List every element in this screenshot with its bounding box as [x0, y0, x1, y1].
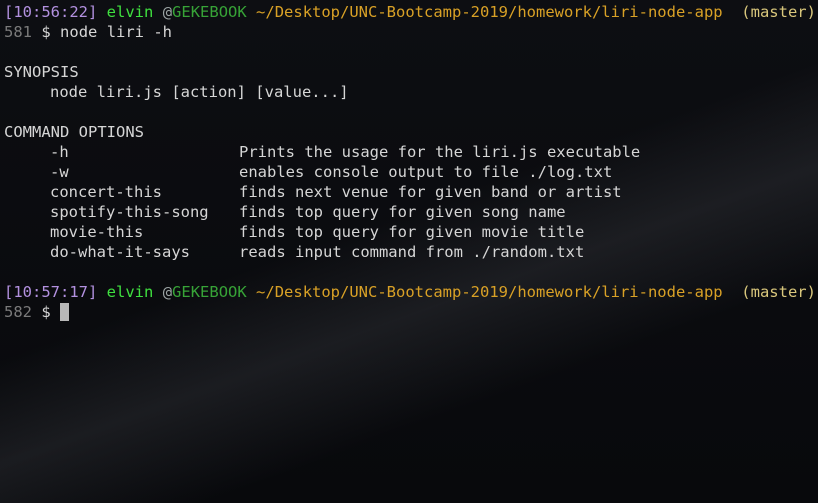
- command-line[interactable]: 582 $: [4, 302, 818, 322]
- hostname: GEKEBOOK: [172, 3, 247, 21]
- command-text: node liri -h: [60, 23, 173, 41]
- prompt-line: [10:56:22] elvin @GEKEBOOK ~/Desktop/UNC…: [4, 2, 818, 22]
- username: elvin: [106, 283, 154, 301]
- option-desc: Prints the usage for the liri.js executa…: [239, 143, 641, 161]
- timestamp: [10:56:22]: [4, 3, 98, 21]
- option-row: movie-this finds top query for given movi…: [4, 222, 818, 242]
- synopsis-usage: node liri.js [action] [value...]: [50, 83, 349, 101]
- option-row: concert-this finds next venue for given b…: [4, 182, 818, 202]
- option-flag: movie-this: [50, 223, 144, 241]
- option-row: do-what-it-says reads input command from …: [4, 242, 818, 262]
- option-desc: finds top query for given song name: [239, 203, 566, 221]
- timestamp: [10:57:17]: [4, 283, 98, 301]
- option-desc: finds next venue for given band or artis…: [239, 183, 622, 201]
- option-flag: concert-this: [50, 183, 162, 201]
- option-row: -h Prints the usage for the liri.js execu…: [4, 142, 818, 162]
- prompt-symbol: $: [41, 23, 51, 41]
- hostname: GEKEBOOK: [172, 283, 247, 301]
- option-desc: finds top query for given movie title: [239, 223, 585, 241]
- history-number: 581: [4, 23, 32, 41]
- cwd-path: ~/Desktop/UNC-Bootcamp-2019/homework/lir…: [256, 283, 723, 301]
- option-row: spotify-this-song finds top query for giv…: [4, 202, 818, 222]
- option-flag: -h: [50, 143, 69, 161]
- git-branch: (master): [741, 3, 816, 21]
- prompt-symbol: $: [41, 303, 51, 321]
- synopsis-heading: SYNOPSIS: [4, 63, 79, 81]
- git-branch: (master): [741, 283, 816, 301]
- at-sign: @: [162, 283, 173, 301]
- username: elvin: [106, 3, 154, 21]
- options-heading: COMMAND OPTIONS: [4, 123, 144, 141]
- history-number: 582: [4, 303, 32, 321]
- option-flag: spotify-this-song: [50, 203, 209, 221]
- option-flag: do-what-it-says: [50, 243, 190, 261]
- at-sign: @: [162, 3, 173, 21]
- option-flag: -w: [50, 163, 69, 181]
- terminal[interactable]: [10:56:22] elvin @GEKEBOOK ~/Desktop/UNC…: [0, 0, 818, 322]
- cursor[interactable]: [60, 303, 70, 321]
- cwd-path: ~/Desktop/UNC-Bootcamp-2019/homework/lir…: [256, 3, 723, 21]
- option-desc: reads input command from ./random.txt: [239, 243, 585, 261]
- option-desc: enables console output to file ./log.txt: [239, 163, 613, 181]
- prompt-line: [10:57:17] elvin @GEKEBOOK ~/Desktop/UNC…: [4, 282, 818, 302]
- command-line: 581 $ node liri -h: [4, 22, 818, 42]
- option-row: -w enables console output to file ./log.t…: [4, 162, 818, 182]
